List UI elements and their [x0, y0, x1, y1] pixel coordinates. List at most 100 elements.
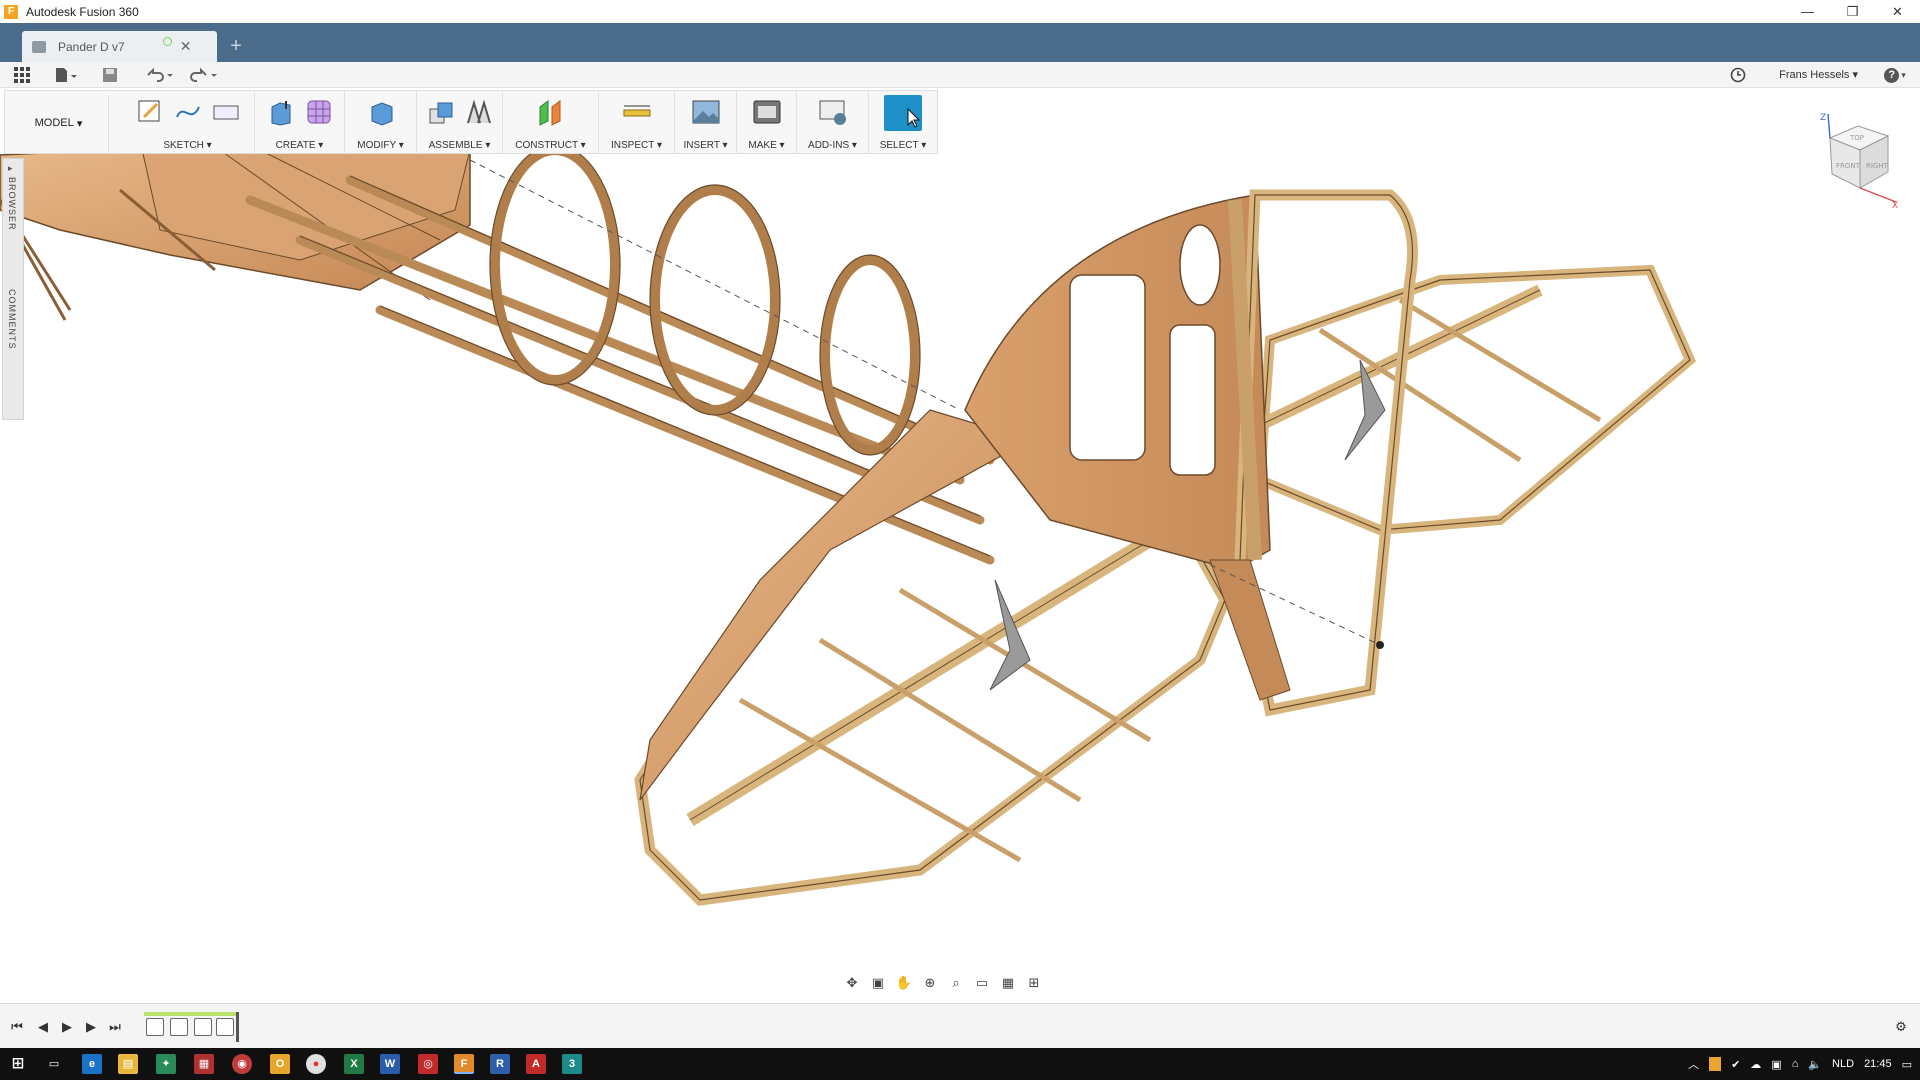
file-explorer-icon[interactable]: ▤ — [118, 1054, 138, 1074]
new-tab-button[interactable]: + — [222, 33, 250, 61]
construct-group[interactable]: CONSTRUCT ▾ — [503, 91, 599, 153]
tray-security-icon[interactable]: ✔ — [1731, 1058, 1740, 1071]
document-tab[interactable]: Pander D v7 ✕ — [22, 31, 217, 62]
horizontal-stabilizer-right[interactable] — [1247, 264, 1697, 536]
language-indicator[interactable]: NLD — [1832, 1058, 1854, 1070]
windows-start-icon[interactable]: ⊞ — [8, 1054, 28, 1074]
sketch-group[interactable]: SKETCH ▾ — [121, 91, 255, 153]
tray-cloud-icon[interactable]: ☁ — [1750, 1058, 1761, 1071]
notification-center-icon[interactable]: ▭ — [1902, 1058, 1912, 1071]
workspace-switcher[interactable]: MODEL ▾ — [9, 95, 109, 151]
create-group[interactable]: CREATE ▾ — [255, 91, 345, 153]
timeline-end-icon[interactable]: ⏭ — [106, 1018, 124, 1036]
minimize-button[interactable]: — — [1785, 0, 1830, 23]
timeline-play-icon[interactable]: ▶ — [58, 1018, 76, 1036]
app-icon-3[interactable]: ◉ — [232, 1054, 252, 1074]
offset-plane-icon[interactable] — [536, 97, 566, 127]
timeline-feature-joint[interactable] — [216, 1018, 234, 1036]
revit-icon[interactable]: R — [490, 1054, 510, 1074]
file-menu-icon[interactable] — [52, 66, 80, 84]
rectangle-icon[interactable] — [211, 97, 241, 127]
viewports-icon[interactable]: ⊞ — [1024, 974, 1044, 992]
word-icon[interactable]: W — [380, 1054, 400, 1074]
app-icon-5[interactable]: ◎ — [418, 1054, 438, 1074]
autocad-icon[interactable]: A — [526, 1054, 546, 1074]
select-icon[interactable] — [884, 95, 922, 131]
scripts-icon[interactable] — [818, 97, 848, 127]
app-icon-4[interactable]: O — [270, 1054, 290, 1074]
3d-print-icon[interactable] — [752, 97, 782, 127]
timeline-feature-sketch[interactable] — [146, 1018, 164, 1036]
redo-icon[interactable] — [186, 66, 220, 84]
app-icon-1[interactable]: ✦ — [156, 1054, 176, 1074]
insert-image-icon[interactable] — [691, 97, 721, 127]
job-status-clock-icon[interactable] — [1728, 66, 1748, 84]
spline-icon[interactable] — [173, 97, 203, 127]
undo-icon[interactable] — [142, 66, 176, 84]
timeline-settings-gear-icon[interactable]: ⚙ — [1892, 1018, 1910, 1036]
tray-device-icon[interactable]: ▣ — [1771, 1058, 1781, 1071]
model-view[interactable] — [0, 88, 1920, 1000]
edge-browser-icon[interactable]: e — [82, 1054, 102, 1074]
volume-icon[interactable]: 🔈 — [1808, 1058, 1822, 1071]
task-view-icon[interactable]: ▭ — [44, 1054, 64, 1074]
select-group[interactable]: SELECT ▾ — [869, 91, 937, 153]
canvas-viewport[interactable] — [0, 88, 1920, 1000]
user-account-menu[interactable]: Frans Hessels ▾ — [1779, 68, 1858, 81]
fit-zoom-icon[interactable]: ⌕ — [946, 974, 966, 992]
assemble-group[interactable]: ASSEMBLE ▾ — [417, 91, 503, 153]
side-panel[interactable]: ▸ BROWSER COMMENTS — [2, 158, 24, 420]
data-panel-grid-icon[interactable] — [12, 66, 32, 84]
timeline-step-forward-icon[interactable]: ▶ — [82, 1018, 100, 1036]
expand-arrow-icon[interactable]: ▸ — [8, 163, 13, 174]
grid-settings-icon[interactable]: ▦ — [998, 974, 1018, 992]
viewcube[interactable]: TOP FRONT RIGHT Z X — [1810, 110, 1900, 211]
inspect-group[interactable]: INSPECT ▾ — [599, 91, 675, 153]
extrude-icon[interactable] — [266, 97, 296, 127]
press-pull-icon[interactable] — [366, 97, 396, 127]
timeline-feature-joint[interactable] — [170, 1018, 188, 1036]
orbit-icon[interactable]: ✥ — [842, 974, 862, 992]
new-component-icon[interactable] — [426, 97, 456, 127]
app-icon-2[interactable]: ▦ — [194, 1054, 214, 1074]
save-icon[interactable] — [100, 66, 120, 84]
form-icon[interactable] — [304, 97, 334, 127]
assemble-group-label: ASSEMBLE — [428, 140, 483, 151]
timeline-track[interactable] — [144, 1012, 239, 1042]
timeline-marker[interactable] — [236, 1012, 239, 1042]
tray-network-icon[interactable]: ⌂ — [1792, 1058, 1799, 1070]
chrome-icon[interactable]: ● — [306, 1054, 326, 1074]
timeline-start-icon[interactable]: ⏮ — [8, 1018, 26, 1036]
restore-button[interactable]: ❐ — [1830, 0, 1875, 23]
close-button[interactable]: ✕ — [1875, 0, 1920, 23]
fusion-360-taskbar-icon[interactable]: F — [454, 1054, 474, 1074]
sketch-create-icon[interactable] — [135, 97, 165, 127]
excel-icon[interactable]: X — [344, 1054, 364, 1074]
origin-point[interactable] — [1376, 641, 1384, 649]
display-settings-icon[interactable]: ▭ — [972, 974, 992, 992]
add-ins-group[interactable]: ADD-INS ▾ — [797, 91, 869, 153]
timeline-feature-joint[interactable] — [194, 1018, 212, 1036]
clock[interactable]: 21:45 — [1864, 1058, 1892, 1070]
timeline-step-back-icon[interactable]: ◀ — [34, 1018, 52, 1036]
browser-tab[interactable]: BROWSER — [7, 177, 17, 231]
look-at-icon[interactable]: ▣ — [868, 974, 888, 992]
comments-tab[interactable]: COMMENTS — [7, 289, 17, 350]
pan-hand-icon[interactable]: ✋ — [894, 974, 914, 992]
make-group[interactable]: MAKE ▾ — [737, 91, 797, 153]
modify-group[interactable]: MODIFY ▾ — [345, 91, 417, 153]
measure-icon[interactable] — [622, 97, 652, 127]
zoom-icon[interactable]: ⊕ — [920, 974, 940, 992]
close-tab-icon[interactable]: ✕ — [180, 38, 192, 55]
joint-icon[interactable] — [464, 97, 494, 127]
tray-overflow-icon[interactable]: ︿ — [1688, 1056, 1699, 1072]
help-menu[interactable]: ? ▾ — [1880, 66, 1910, 84]
insert-group[interactable]: INSERT ▾ — [675, 91, 737, 153]
3ds-max-icon[interactable]: 3 — [562, 1054, 582, 1074]
vertical-fin[interactable] — [964, 189, 1418, 717]
axis-z-label: Z — [1820, 113, 1826, 123]
tray-app-icon[interactable] — [1709, 1057, 1722, 1071]
fuselage-front[interactable] — [0, 139, 471, 321]
fuselage-formers[interactable] — [490, 145, 920, 455]
windows-taskbar: ⊞ ▭ e ▤ ✦ ▦ ◉ O ● X W ◎ F R A 3 ︿ ✔ ☁ ▣ … — [0, 1048, 1920, 1080]
